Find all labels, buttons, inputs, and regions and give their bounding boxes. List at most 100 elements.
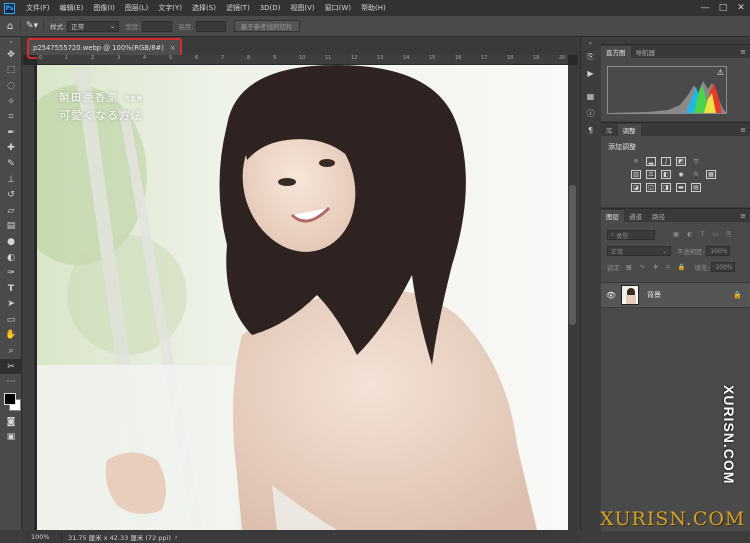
layer-kind-filter[interactable]: ⌕ 类型	[607, 230, 655, 240]
panel-menu-icon[interactable]: ≡	[740, 48, 746, 56]
path-selection-tool-icon[interactable]: ➤	[0, 297, 22, 313]
zoom-tool-icon[interactable]: ⌕	[0, 343, 22, 359]
blur-tool-icon[interactable]: ●	[0, 234, 22, 250]
color-swatches[interactable]	[0, 390, 21, 414]
move-tool-icon[interactable]: ✥	[0, 47, 22, 63]
menu-3d[interactable]: 3D(D)	[255, 4, 286, 12]
minimize-button[interactable]: —	[696, 3, 714, 13]
threshold-icon[interactable]: ◨	[661, 183, 671, 192]
foreground-color-swatch[interactable]	[4, 393, 16, 406]
visibility-eye-icon[interactable]: 👁	[601, 291, 621, 300]
filter-icons[interactable]: ▣ ◐ T ▭ ⎘	[673, 231, 734, 239]
healing-brush-tool-icon[interactable]: ✚	[0, 141, 22, 157]
style-select[interactable]: 正常 ⌄	[67, 20, 120, 32]
crop-tool-icon[interactable]: ⌗	[0, 109, 22, 125]
slice-tool-icon[interactable]: ✂	[0, 358, 22, 375]
document-canvas[interactable]: 朝田亜香里 写真集 可愛くなる方法	[37, 65, 568, 530]
quick-mask-icon[interactable]: ◙	[0, 414, 22, 430]
height-field[interactable]	[195, 20, 226, 32]
photo-name-small: 写真集	[124, 96, 143, 103]
lock-icons[interactable]: ▦ ✎ ✥ ⌗ 🔒	[626, 263, 689, 272]
paragraph-panel-icon[interactable]: ¶	[581, 122, 600, 139]
layer-name[interactable]: 背景	[647, 290, 661, 300]
menu-type[interactable]: 文字(Y)	[153, 3, 187, 13]
menu-layer[interactable]: 图层(L)	[120, 3, 153, 13]
tab-navigator[interactable]: 导航器	[631, 46, 661, 58]
vertical-scrollbar-thumb[interactable]	[569, 185, 576, 325]
ruler-tick-label: 16	[455, 55, 462, 61]
tab-libraries[interactable]: 库	[601, 124, 618, 136]
pen-tool-icon[interactable]: ✑	[0, 265, 22, 281]
properties-panel-icon[interactable]: ▦	[581, 88, 600, 105]
rectangle-tool-icon[interactable]: ▭	[0, 312, 22, 328]
fill-field[interactable]: 100%	[711, 262, 736, 272]
warning-icon[interactable]: ⚠	[717, 68, 724, 77]
gradient-tool-icon[interactable]: ▤	[0, 219, 22, 235]
menu-select[interactable]: 选择(S)	[187, 3, 221, 13]
photo-filter-icon[interactable]: ◉	[676, 170, 686, 179]
opacity-field[interactable]: 100%	[706, 246, 731, 256]
lasso-tool-icon[interactable]: ◌	[0, 78, 22, 94]
clone-stamp-tool-icon[interactable]: ⊥	[0, 172, 22, 188]
gradient-map-icon[interactable]: ▤	[691, 183, 701, 192]
hue-saturation-icon[interactable]: ▥	[631, 170, 641, 179]
levels-icon[interactable]: ▂	[646, 157, 656, 166]
type-tool-icon[interactable]: T	[0, 281, 22, 297]
panel-menu-icon[interactable]: ≡	[740, 126, 746, 134]
menu-window[interactable]: 窗口(W)	[320, 3, 356, 13]
strip-collapse-icon[interactable]: «	[581, 38, 600, 48]
brush-tool-icon[interactable]: ✎	[0, 156, 22, 172]
eraser-tool-icon[interactable]: ▱	[0, 203, 22, 219]
zoom-level[interactable]: 100%	[23, 532, 62, 541]
menu-edit[interactable]: 编辑(E)	[55, 3, 89, 13]
channel-mixer-icon[interactable]: ♲	[691, 170, 701, 179]
width-field[interactable]	[142, 20, 173, 32]
blend-mode-select[interactable]: 正常 ⌄	[607, 246, 671, 256]
history-brush-tool-icon[interactable]: ↺	[0, 187, 22, 203]
info-panel-icon[interactable]: ⓘ	[581, 105, 600, 122]
brightness-icon[interactable]: ☼	[631, 157, 641, 166]
history-panel-icon[interactable]: ⎘	[581, 48, 600, 65]
menu-filter[interactable]: 滤镜(T)	[221, 3, 255, 13]
invert-icon[interactable]: ◪	[631, 183, 641, 192]
tab-paths[interactable]: 路径	[647, 210, 670, 222]
screen-mode-icon[interactable]: ▣	[0, 430, 22, 446]
document-info[interactable]: 31.75 厘米 x 42.33 厘米 (72 ppi)	[62, 532, 171, 542]
tab-layers[interactable]: 图层	[601, 210, 624, 222]
tab-channels[interactable]: 通道	[624, 210, 647, 222]
tab-histogram[interactable]: 直方图	[601, 46, 631, 58]
slices-from-guides-button[interactable]: 基于参考线的切片	[233, 20, 300, 32]
menu-help[interactable]: 帮助(H)	[356, 3, 391, 13]
color-balance-icon[interactable]: ⚖	[646, 170, 656, 179]
color-lookup-icon[interactable]: ▦	[706, 170, 716, 179]
magic-wand-tool-icon[interactable]: ✧	[0, 94, 22, 110]
status-menu-chevron-icon[interactable]: ›	[175, 533, 178, 541]
dodge-tool-icon[interactable]: ◐	[0, 250, 22, 266]
actions-play-icon[interactable]: ▶	[581, 65, 600, 82]
exposure-icon[interactable]: ◩	[676, 157, 686, 166]
ruler-tick-label: 1	[65, 55, 69, 61]
marquee-tool-icon[interactable]: ⬚	[0, 63, 22, 79]
hand-tool-icon[interactable]: ✋	[0, 328, 22, 344]
tab-adjustments[interactable]: 调整	[617, 124, 641, 136]
slice-tool-preset-icon[interactable]: ✎▾	[20, 21, 44, 31]
adjustments-title: 添加调整	[608, 143, 636, 151]
eyedropper-tool-icon[interactable]: ✒	[0, 125, 22, 141]
home-icon[interactable]: ⌂	[0, 21, 20, 32]
edit-toolbar-icon[interactable]: ⋯	[0, 374, 22, 390]
restore-button[interactable]: □	[714, 3, 732, 13]
toolbar-collapse-icon[interactable]: »	[0, 37, 22, 47]
menu-image[interactable]: 图像(I)	[88, 3, 120, 13]
posterize-icon[interactable]: ◫	[646, 183, 656, 192]
black-white-icon[interactable]: ◧	[661, 170, 671, 179]
layer-thumbnail[interactable]	[621, 285, 639, 305]
curves-icon[interactable]: ∫	[661, 157, 671, 166]
selective-color-icon[interactable]: ▬	[676, 183, 686, 192]
close-window-button[interactable]: ✕	[732, 3, 750, 13]
layer-row[interactable]: 👁 背景 🔒	[601, 282, 750, 308]
vibrance-icon[interactable]: ▽	[691, 157, 701, 166]
adjustments-panel-tabs: 库 调整 ≡	[601, 123, 750, 136]
menu-file[interactable]: 文件(F)	[21, 3, 55, 13]
menu-view[interactable]: 视图(V)	[285, 3, 319, 13]
panel-menu-icon[interactable]: ≡	[740, 212, 746, 220]
